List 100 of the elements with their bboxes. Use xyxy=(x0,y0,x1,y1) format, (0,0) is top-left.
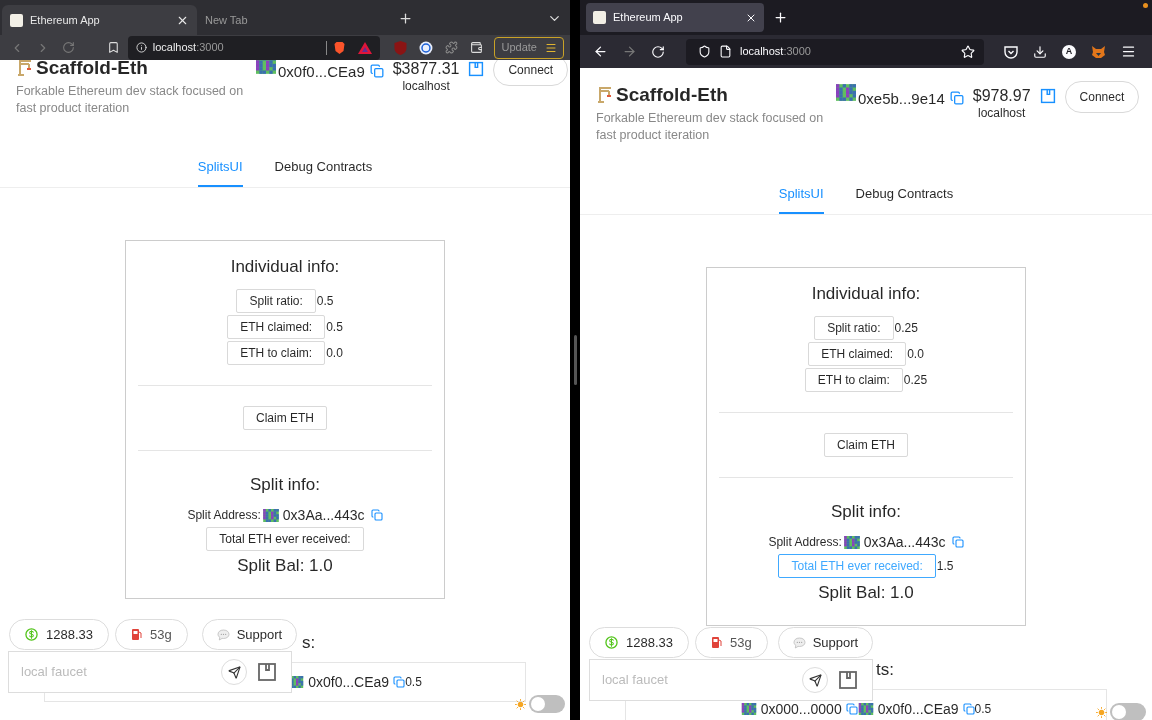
theme-toggle[interactable] xyxy=(529,695,565,713)
wallet-icon[interactable] xyxy=(257,662,277,682)
copy-icon[interactable] xyxy=(949,91,964,105)
split-handle[interactable] xyxy=(573,335,577,385)
sun-icon xyxy=(515,698,526,710)
support-pill[interactable]: Support xyxy=(777,627,874,658)
send-icon xyxy=(227,665,241,679)
split-address-label: Split Address: xyxy=(187,507,261,524)
section-title: Split info: xyxy=(831,501,901,523)
gas-pill[interactable]: 53g xyxy=(115,619,188,650)
avatar-icon xyxy=(740,703,757,715)
info-button[interactable]: Split ratio: xyxy=(814,316,894,340)
app-subtitle: Forkable Ethereum dev stack focused on fast product iteration xyxy=(16,83,245,117)
recipient-value: 0.5 xyxy=(405,674,422,691)
send-icon xyxy=(808,673,822,687)
address-bar[interactable]: localhost:3000 xyxy=(127,35,380,60)
browser-tab[interactable]: New Tab xyxy=(197,5,392,35)
faucet-field[interactable]: local faucet xyxy=(8,651,292,693)
download-icon[interactable] xyxy=(1033,44,1047,59)
extensions-icon[interactable] xyxy=(444,41,458,54)
claim-button[interactable]: Claim ETH xyxy=(824,433,908,457)
info-button[interactable]: ETH to claim: xyxy=(227,341,326,365)
copy-icon[interactable] xyxy=(951,536,964,548)
browser-tab[interactable]: Ethereum App xyxy=(586,3,764,32)
info-value: 0.25 xyxy=(894,320,918,337)
balance: $978.97 xyxy=(972,86,1031,106)
fox-icon[interactable] xyxy=(1091,44,1106,59)
pocket-icon[interactable] xyxy=(1004,44,1018,59)
tab-favicon xyxy=(10,13,23,27)
info-value: 0.0 xyxy=(326,345,343,362)
new-tab-icon[interactable] xyxy=(398,11,413,26)
star-icon[interactable] xyxy=(961,44,975,59)
back-icon[interactable] xyxy=(593,44,608,59)
faucet-input[interactable]: local faucet xyxy=(602,670,792,690)
support-pill[interactable]: Support xyxy=(201,619,298,650)
page-icon xyxy=(719,45,732,58)
address-bar[interactable]: localhost:3000 xyxy=(686,38,984,65)
crane-icon xyxy=(16,60,34,77)
avatar-icon xyxy=(262,508,279,522)
nav-tab[interactable]: Debug Contracts xyxy=(855,173,954,214)
split-address-label: Split Address: xyxy=(768,534,842,551)
shield-icon xyxy=(698,45,711,58)
menu-icon[interactable] xyxy=(1121,44,1136,59)
app-subtitle: Forkable Ethereum dev stack focused on fast product iteration xyxy=(596,110,825,144)
app-title: Scaffold-Eth xyxy=(36,60,148,80)
network-label: localhost xyxy=(402,80,450,92)
section-title: s: xyxy=(302,633,316,652)
price-pill[interactable]: 1288.33 xyxy=(9,619,109,650)
info-button[interactable]: ETH claimed: xyxy=(808,342,907,366)
split-address: 0x3Aa...443c xyxy=(863,532,946,552)
total-value: 1.5 xyxy=(936,558,954,575)
gas-pump-icon xyxy=(131,628,142,641)
info-button[interactable]: ETH claimed: xyxy=(227,315,326,339)
split-balance: Split Bal: 1.0 xyxy=(237,555,333,577)
dollar-icon xyxy=(25,628,38,641)
gas-pump-icon xyxy=(711,636,722,649)
wallet-icon[interactable] xyxy=(838,670,858,690)
total-received-button[interactable]: Total ETH ever received: xyxy=(206,527,364,551)
gas-pill[interactable]: 53g xyxy=(695,627,768,658)
section-title: Split info: xyxy=(250,474,320,496)
faucet-field[interactable]: local faucet xyxy=(589,659,873,701)
avatar-icon xyxy=(836,84,856,101)
price-pill[interactable]: 1288.33 xyxy=(589,627,689,658)
avatar-icon xyxy=(256,60,276,74)
new-tab-icon[interactable] xyxy=(773,10,788,25)
info-value: 0.25 xyxy=(903,372,928,389)
split-balance: Split Bal: 1.0 xyxy=(818,582,914,604)
account-address: 0x0f0...CEa9 xyxy=(278,62,365,82)
avatar-icon xyxy=(857,703,874,715)
info-button[interactable]: Split ratio: xyxy=(236,289,316,313)
menu-icon xyxy=(544,41,557,54)
claim-button[interactable]: Claim ETH xyxy=(243,406,327,430)
info-icon xyxy=(135,42,147,53)
crane-icon xyxy=(596,86,614,104)
copy-icon[interactable] xyxy=(962,703,975,715)
wallet-icon[interactable] xyxy=(469,41,483,54)
theme-toggle[interactable] xyxy=(1110,703,1146,720)
copy-icon[interactable] xyxy=(370,509,383,521)
nav-tab[interactable]: Debug Contracts xyxy=(274,146,373,187)
copy-icon[interactable] xyxy=(369,64,384,78)
avatar-icon xyxy=(843,535,860,549)
tab-favicon xyxy=(593,11,606,24)
account-address: 0xe5b...9e14 xyxy=(858,89,945,109)
section-title: Individual info: xyxy=(230,256,340,278)
info-button[interactable]: ETH to claim: xyxy=(804,368,903,392)
browser-tab[interactable]: Ethereum App xyxy=(2,5,197,35)
network-label: localhost xyxy=(978,107,1026,119)
recipient-value: 0.5 xyxy=(974,701,992,718)
copy-icon[interactable] xyxy=(393,676,406,688)
recipient-address: 0x000...0000 xyxy=(760,699,842,719)
account-avatar[interactable]: A xyxy=(1062,44,1076,59)
copy-icon[interactable] xyxy=(845,703,858,715)
section-title: ts: xyxy=(876,660,894,679)
bookmark-icon[interactable] xyxy=(106,41,120,54)
recipient-address: 0x0f0...CEa9 xyxy=(877,699,959,719)
forward-icon[interactable] xyxy=(622,44,637,59)
faucet-input[interactable]: local faucet xyxy=(21,662,211,682)
info-value: 0.5 xyxy=(316,293,334,310)
triangle-icon[interactable] xyxy=(357,41,372,54)
update-button[interactable]: Update xyxy=(494,36,564,59)
